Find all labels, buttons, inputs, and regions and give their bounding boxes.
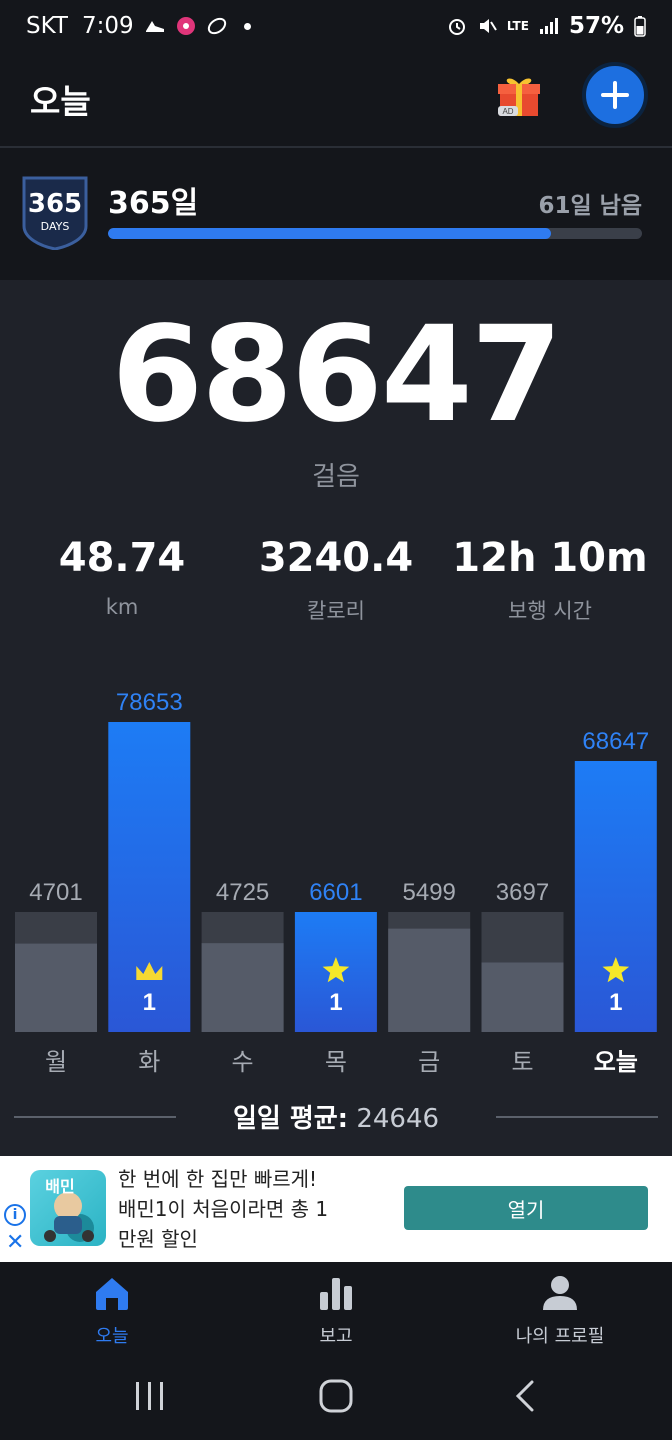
category-label: 오늘	[594, 1048, 638, 1076]
nav-item-report[interactable]: 보고	[224, 1274, 448, 1348]
app-notification-icon	[176, 16, 196, 36]
chart-bar	[481, 962, 564, 1032]
steps-label: 걸음	[312, 462, 360, 492]
ad-text[interactable]: 한 번에 한 집만 빠르게! 배민1이 처음이라면 총 1 만원 할인	[118, 1164, 378, 1254]
category-label: 화	[138, 1048, 160, 1076]
category-label: 수	[232, 1048, 254, 1076]
challenge-card[interactable]: 365 DAYS 365일 61일 남음	[0, 148, 672, 280]
chart-bar	[201, 943, 284, 1032]
nav-label-profile: 나의 프로필	[515, 1326, 605, 1347]
distance-stat: 48.74 km	[10, 535, 234, 619]
plus-icon	[601, 81, 629, 109]
ad-image-text: 배민	[45, 1177, 74, 1196]
network-label: LTE	[506, 19, 529, 33]
daily-average-row: 일일 평균: 24646	[0, 1098, 672, 1138]
ad-open-button[interactable]: 열기	[404, 1186, 648, 1230]
bar-value-label: 6601	[309, 879, 362, 906]
distance-value: 48.74	[58, 535, 186, 581]
bar-chart-icon	[320, 1278, 352, 1310]
battery-percent: 57%	[568, 13, 624, 39]
shoe-notification-icon	[206, 16, 228, 36]
daily-average-value: 24646	[356, 1104, 440, 1134]
page-title: 오늘	[30, 82, 91, 121]
add-button[interactable]	[582, 62, 648, 128]
home-nav-icon[interactable]	[316, 1376, 356, 1416]
carrier: SKT	[26, 13, 68, 39]
365-days-badge-icon: 365 DAYS	[20, 174, 90, 251]
bar-value-label: 4725	[216, 879, 269, 906]
category-label: 금	[418, 1048, 440, 1076]
challenge-progress-fill	[108, 228, 552, 239]
bar-value-label: 4701	[29, 879, 82, 906]
bar-value-label: 78653	[116, 689, 183, 716]
ad-banner[interactable]: i ✕ 배민 한 번에 한 집만 빠르게! 배민1이 처음이라면 총 1 만원 …	[0, 1156, 672, 1262]
ad-app-image[interactable]: 배민	[30, 1170, 106, 1246]
mute-icon	[477, 16, 497, 36]
marker-count: 1	[143, 989, 156, 1016]
avg-right-line	[496, 1116, 658, 1118]
recent-apps-icon[interactable]	[130, 1378, 170, 1414]
challenge-title: 365일	[108, 186, 199, 221]
walk-time-value: 12h 10m	[452, 535, 648, 581]
marker-count: 1	[609, 989, 622, 1016]
weekly-steps-chart-svg: 4701 월 78653 화 4725 수 6601 목 5499 금 3697 토 68647 오늘 1 1…	[15, 689, 657, 1076]
bar-value-label: 5499	[403, 879, 456, 906]
bar-value-label: 68647	[582, 728, 649, 755]
nav-label-report: 보고	[319, 1326, 353, 1347]
clock: 7:09	[81, 13, 134, 39]
category-label: 월	[45, 1048, 67, 1076]
profile-icon	[543, 1276, 577, 1310]
distance-label: km	[105, 595, 139, 619]
shoe-icon	[144, 17, 166, 35]
weekly-steps-chart[interactable]: 4701 월 78653 화 4725 수 6601 목 5499 금 3697 토 68647 오늘 1 1…	[0, 660, 672, 1120]
system-nav-bar	[0, 1352, 672, 1440]
nav-label-today: 오늘	[95, 1326, 129, 1347]
home-icon	[96, 1278, 128, 1310]
category-label: 토	[511, 1048, 533, 1076]
today-summary: 68647 걸음 48.74 km 3240.4 칼로리 12h 10m 보행 …	[0, 280, 672, 1156]
walk-time-stat: 12h 10m 보행 시간	[438, 535, 662, 625]
calories-stat: 3240.4 칼로리	[224, 535, 448, 625]
walk-time-label: 보행 시간	[508, 599, 592, 623]
badge-word: DAYS	[41, 220, 70, 233]
steps-count: 68647	[111, 298, 562, 452]
chart-bar	[15, 943, 97, 1032]
signal-icon	[539, 17, 559, 35]
nav-item-profile[interactable]: 나의 프로필	[448, 1274, 672, 1348]
ad-info-icon[interactable]: i	[4, 1204, 26, 1226]
badge-number: 365	[28, 189, 82, 219]
ad-close-icon[interactable]: ✕	[6, 1230, 24, 1255]
back-icon[interactable]	[508, 1378, 544, 1414]
daily-average-label: 일일 평균	[232, 1104, 338, 1134]
battery-icon	[634, 15, 646, 37]
bar-value-label: 3697	[496, 879, 549, 906]
app-header: 오늘 AD	[0, 52, 672, 146]
svg-text:AD: AD	[502, 107, 513, 116]
alarm-icon	[447, 16, 467, 36]
gift-ad-icon[interactable]: AD	[496, 72, 542, 118]
challenge-remaining: 61일 남음	[538, 193, 643, 219]
calories-value: 3240.4	[258, 535, 414, 581]
nav-item-today[interactable]: 오늘	[0, 1274, 224, 1348]
category-label: 목	[325, 1048, 347, 1076]
bottom-nav: 오늘 보고 나의 프로필	[0, 1262, 672, 1352]
ad-line-1: 한 번에 한 집만 빠르게!	[118, 1167, 318, 1191]
chart-bar	[388, 928, 471, 1032]
ad-line-2: 배민1이 처음이라면 총 1	[118, 1197, 329, 1221]
challenge-progress-bar	[108, 228, 642, 239]
status-bar: SKT 7:09 LTE 57%	[0, 0, 672, 52]
chart-bar	[108, 722, 191, 1032]
more-notifications-dot	[243, 22, 251, 30]
marker-count: 1	[329, 989, 342, 1016]
ad-line-3: 만원 할인	[118, 1227, 198, 1251]
calories-label: 칼로리	[307, 599, 365, 623]
